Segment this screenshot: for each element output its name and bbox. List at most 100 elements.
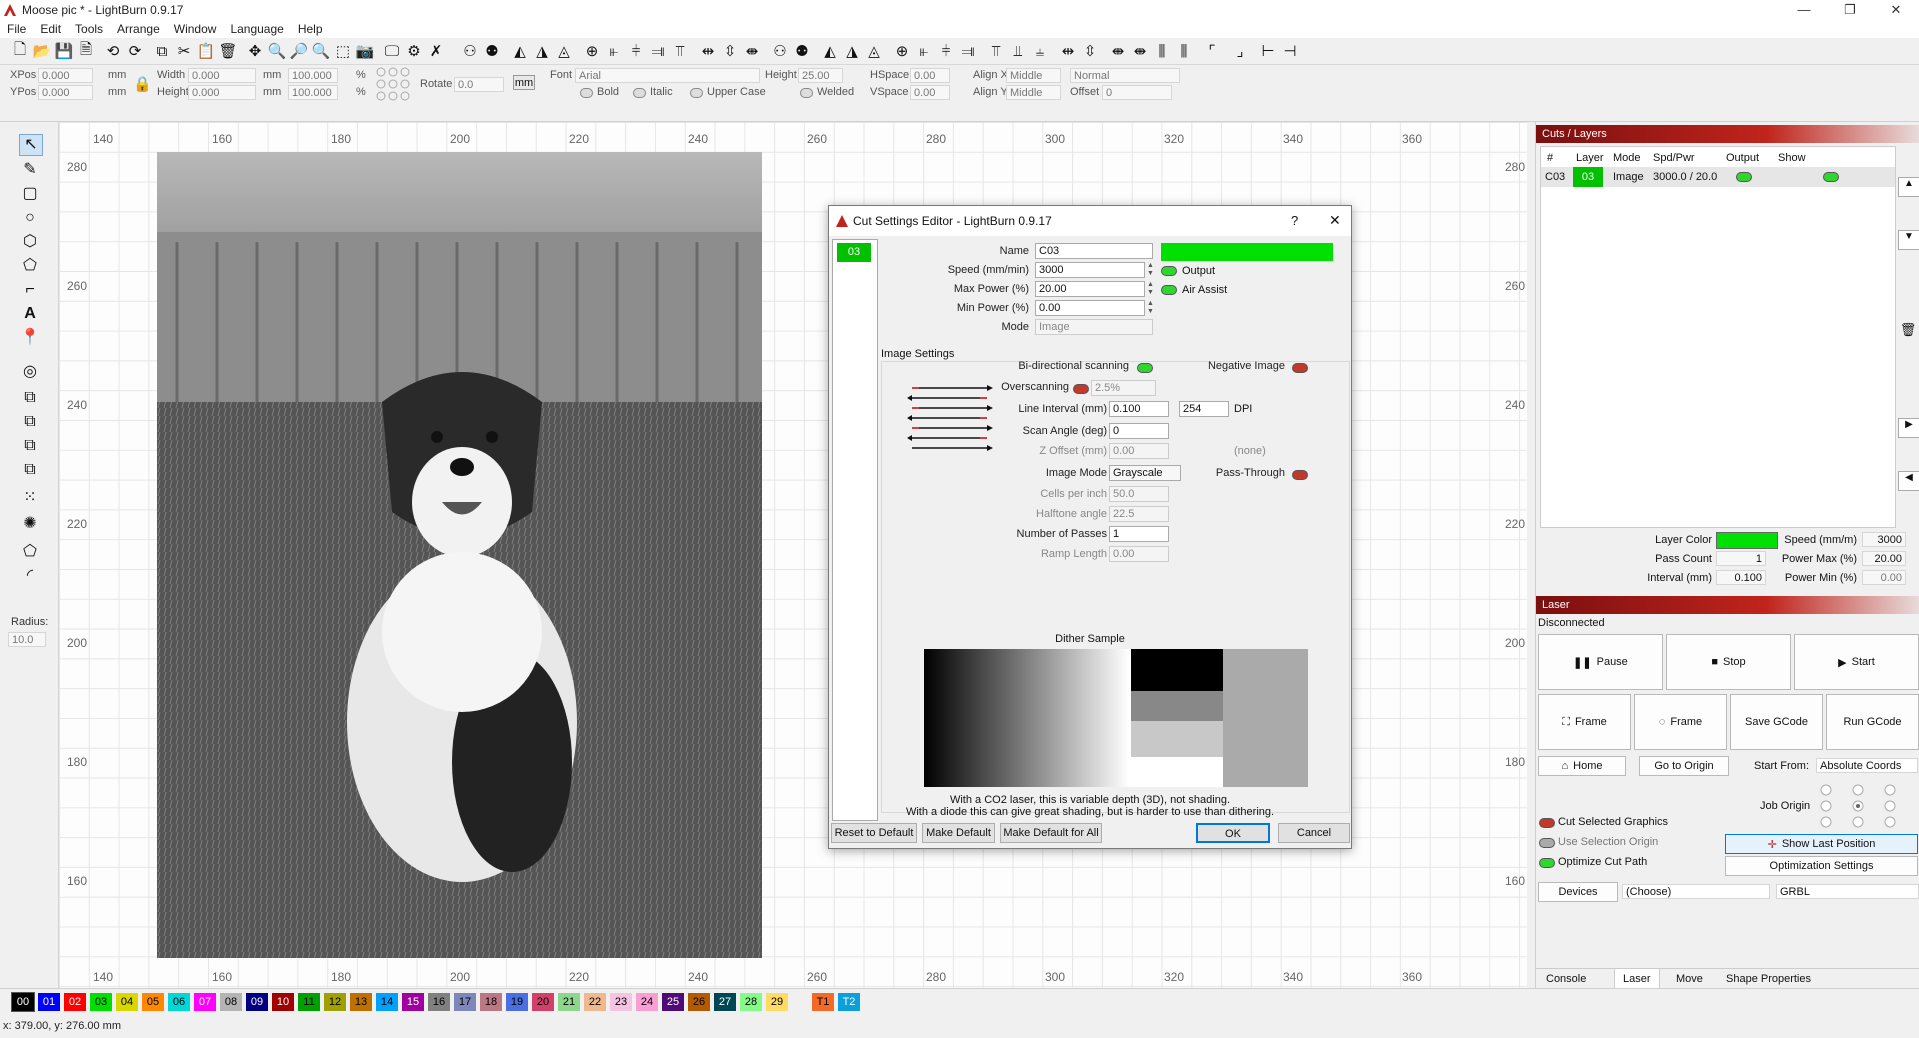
cut-selected-toggle[interactable] [1539,818,1555,828]
line-interval-field[interactable]: 0.100 [1109,401,1169,417]
min-power-spinner[interactable]: ▲ ▼ [1147,300,1154,316]
max-power-field[interactable]: 20.00 [1035,281,1145,297]
menu-help[interactable]: Help [291,20,330,38]
mode-select[interactable]: Image [1035,319,1153,335]
pentagon-tool-icon[interactable]: ⬠ [19,256,41,276]
palette-swatch-07[interactable]: 07 [194,993,216,1011]
ellipse-tool-icon[interactable]: ○ [19,208,41,228]
palette-swatch-27[interactable]: 27 [714,993,736,1011]
collapse-left-button[interactable]: ◀ [1898,471,1919,491]
align-lefts-icon[interactable]: ⫦ [914,41,934,61]
row-show-toggle[interactable] [1823,172,1839,182]
frame-circle-button[interactable]: ◌ Frame [1634,694,1727,750]
circular-array-icon[interactable]: ✺ [19,514,41,534]
palette-swatch-00[interactable]: 00 [11,992,35,1012]
boolean-subtract-icon[interactable]: ⧉ [19,436,41,456]
rounded-corner-icon[interactable]: ◜ [19,566,41,586]
menu-window[interactable]: Window [167,20,224,38]
width-field[interactable]: 0.000 [188,68,256,83]
align-rights-icon[interactable]: ⫥ [958,41,978,61]
move-lower-left-icon[interactable]: ⌜ [1202,41,1222,61]
boolean-union-icon[interactable]: ⧉ [19,412,41,432]
go-to-origin-button[interactable]: Go to Origin [1639,756,1729,776]
menu-edit[interactable]: Edit [33,20,68,38]
menu-arrange[interactable]: Arrange [110,20,167,38]
edit-corners-icon[interactable]: ⬠ [19,542,41,562]
units-toggle-button[interactable]: mm [513,75,535,90]
settings-icon[interactable]: ⚙ [404,41,424,61]
monitor-icon[interactable]: 🖵 [382,41,402,61]
controller-select[interactable]: GRBL [1776,884,1919,899]
grid-array-icon[interactable]: ⁙ [19,488,41,508]
overscanning-field[interactable]: 2.5% [1091,380,1156,396]
start-from-select[interactable]: Absolute Coords [1816,758,1918,773]
dock-group-icon[interactable]: ⚇ [770,41,790,61]
palette-swatch-05[interactable]: 05 [142,993,164,1011]
tab-shape-properties[interactable]: Shape Properties [1726,973,1811,985]
zoom-out-icon[interactable]: 🔍 [311,41,331,61]
palette-swatch-21[interactable]: 21 [558,993,580,1011]
make-default-button[interactable]: Make Default [922,823,995,843]
reset-to-default-button[interactable]: Reset to Default [831,823,917,843]
palette-swatch-29[interactable]: 29 [766,993,788,1011]
rectangle-tool-icon[interactable]: ▢ [19,184,41,204]
halftone-angle-field[interactable]: 22.5 [1109,506,1169,522]
boolean-intersect-icon[interactable]: ⧉ [19,460,41,480]
palette-swatch-23[interactable]: 23 [610,993,632,1011]
speed-field[interactable]: 3000 [1035,262,1145,278]
device-select[interactable]: (Choose) [1622,884,1770,899]
text-tool-icon[interactable]: A [19,304,41,324]
offset-shapes-icon[interactable]: ◎ [19,362,41,382]
palette-swatch-22[interactable]: 22 [584,993,606,1011]
zoom-fit-icon[interactable]: 🔎 [289,41,309,61]
palette-swatch-10[interactable]: 10 [272,993,294,1011]
make-same-height-icon[interactable]: ⫼ [1174,41,1194,61]
mirror-v-icon[interactable]: ◮ [532,41,552,61]
alignx-select[interactable]: Middle [1006,68,1061,83]
overscanning-toggle[interactable] [1073,384,1089,394]
new-file-icon[interactable]: 🗋 [10,41,30,61]
palette-swatch-26[interactable]: 26 [688,993,710,1011]
palette-swatch-01[interactable]: 01 [38,993,60,1011]
speed-spinner[interactable]: ▲ ▼ [1147,262,1154,278]
row-output-toggle[interactable] [1736,172,1752,182]
palette-swatch-17[interactable]: 17 [454,993,476,1011]
align-left-icon[interactable]: ⫦ [604,41,624,61]
aligny-select[interactable]: Middle [1006,85,1061,100]
align-tops-icon[interactable]: ⫪ [986,41,1006,61]
palette-swatch-11[interactable]: 11 [298,993,320,1011]
font-height-field[interactable]: 25.00 [798,68,843,83]
line-tool-icon[interactable]: ⌐ [19,280,41,300]
palette-swatch-28[interactable]: 28 [740,993,762,1011]
palette-swatch-13[interactable]: 13 [350,993,372,1011]
dialog-close-button[interactable]: ✕ [1329,212,1341,229]
power-min-field[interactable]: 0.00 [1862,570,1906,585]
min-power-field[interactable]: 0.00 [1035,300,1145,316]
max-power-spinner[interactable]: ▲ ▼ [1147,281,1154,297]
palette-swatch-06[interactable]: 06 [168,993,190,1011]
make-default-all-button[interactable]: Make Default for All [1000,823,1102,843]
power-max-field[interactable]: 20.00 [1862,551,1906,566]
palette-swatch-t2[interactable]: T2 [838,993,860,1011]
center-page-icon[interactable]: ⊕ [892,41,912,61]
ungroup-icon[interactable]: ⚉ [482,41,502,61]
welded-toggle[interactable] [800,88,813,98]
position-laser-icon[interactable]: 📍 [19,328,41,348]
menu-tools[interactable]: Tools [68,20,110,38]
palette-swatch-18[interactable]: 18 [480,993,502,1011]
palette-swatch-16[interactable]: 16 [428,993,450,1011]
frame-button[interactable]: ⛶ Frame [1538,694,1631,750]
layer-color-swatch[interactable] [1161,243,1333,261]
width-percent-field[interactable]: 100.000 [288,68,338,83]
weld-icon[interactable]: ⧉ [19,388,41,408]
align-right-icon[interactable]: ⫥ [648,41,668,61]
rotate-90-icon[interactable]: ◬ [864,41,884,61]
italic-toggle[interactable] [633,88,646,98]
nudge-v-icon[interactable]: ⊣ [1280,41,1300,61]
align-center-icon[interactable]: ⫩ [626,41,646,61]
text-mode-select[interactable]: Normal [1070,68,1180,83]
tools-icon[interactable]: ✗ [426,41,446,61]
bidirectional-toggle[interactable] [1137,363,1153,373]
open-file-icon[interactable]: 📂 [32,41,52,61]
undo-icon[interactable]: ⟲ [103,41,123,61]
